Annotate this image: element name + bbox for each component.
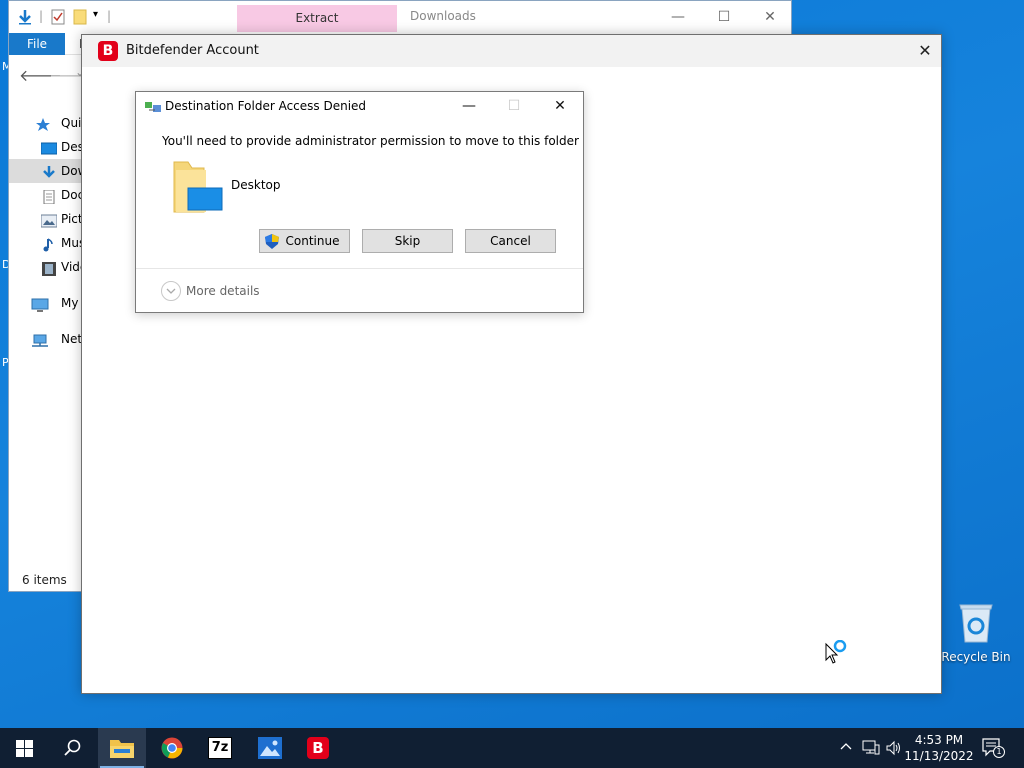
download-arrow-icon[interactable] <box>17 9 33 28</box>
nav-item-label: Mus <box>61 236 83 250</box>
access-denied-dialog[interactable]: Destination Folder Access Denied — ☐ ✕ Y… <box>135 91 584 313</box>
search-icon <box>64 739 81 756</box>
download-icon <box>41 164 57 178</box>
computer-icon <box>31 296 49 312</box>
taskbar-photos[interactable] <box>246 728 294 768</box>
recycle-bin-label: Recycle Bin <box>941 650 1011 664</box>
navigation-pane: Quick Des Dow Doc Pict Mus Vide My <box>9 111 83 351</box>
continue-button[interactable]: Continue <box>259 229 350 253</box>
clock-date: 11/13/2022 <box>904 749 974 763</box>
close-icon[interactable]: ✕ <box>909 35 941 67</box>
nav-item-label: My C <box>61 296 83 310</box>
uac-shield-icon <box>265 234 279 249</box>
bitdefender-window-title: Bitdefender Account <box>126 43 259 58</box>
nav-item-pictures[interactable]: Pict <box>9 207 83 231</box>
recycle-bin-icon <box>956 600 996 644</box>
nav-item-documents[interactable]: Doc <box>9 183 83 207</box>
bitdefender-logo-icon: B <box>98 41 118 61</box>
bitdefender-icon: B <box>307 737 329 759</box>
maximize-icon: ☐ <box>507 98 521 114</box>
taskbar: 7z B 4:53 PM 11/13/2022 1 <box>0 728 1024 768</box>
taskbar-clock[interactable]: 4:53 PM 11/13/2022 <box>904 732 974 764</box>
properties-icon[interactable] <box>51 9 65 28</box>
taskbar-bitdefender[interactable]: B <box>294 728 342 768</box>
toolbar-divider: | <box>107 9 112 23</box>
network-icon <box>31 332 48 347</box>
recycle-bin-shortcut[interactable]: Recycle Bin <box>940 600 1012 664</box>
nav-item-label: Pict <box>61 212 83 226</box>
notification-count-badge: 1 <box>993 746 1005 758</box>
nav-item-desktop[interactable]: Des <box>9 135 83 159</box>
tab-file[interactable]: File <box>9 33 65 55</box>
dialog-divider <box>136 268 583 269</box>
move-folder-icon <box>145 101 161 113</box>
windows-logo-icon <box>16 740 33 757</box>
nav-item-videos[interactable]: Vide <box>9 255 83 279</box>
nav-item-this-pc[interactable]: My C <box>9 291 83 315</box>
dialog-message: You'll need to provide administrator per… <box>162 134 579 148</box>
nav-item-label: Des <box>61 140 83 154</box>
new-folder-icon[interactable] <box>73 9 87 28</box>
clock-time: 4:53 PM <box>914 733 964 747</box>
nav-item-music[interactable]: Mus <box>9 231 83 255</box>
nav-item-label: Doc <box>61 188 83 202</box>
maximize-icon[interactable]: ☐ <box>701 3 747 31</box>
destination-folder-name: Desktop <box>231 178 281 192</box>
7zip-icon: 7z <box>208 737 232 759</box>
document-icon <box>41 188 57 205</box>
nav-item-quick-access[interactable]: Quick <box>9 111 83 135</box>
chevron-down-icon <box>161 281 181 301</box>
photos-icon <box>258 737 282 759</box>
customize-toolbar-icon[interactable]: ▾ <box>93 9 98 20</box>
dialog-titlebar[interactable]: Destination Folder Access Denied — ☐ ✕ <box>136 92 583 122</box>
volume-icon[interactable] <box>886 740 902 760</box>
star-icon <box>35 116 51 131</box>
dialog-title: Destination Folder Access Denied <box>165 99 367 113</box>
toolbar-divider: | <box>39 9 44 23</box>
network-icon[interactable] <box>862 740 880 760</box>
nav-item-label: Vide <box>61 260 83 274</box>
continue-button-label: Continue <box>285 234 340 248</box>
skip-button[interactable]: Skip <box>362 229 453 253</box>
minimize-icon[interactable]: — <box>447 92 491 120</box>
folder-icon <box>110 740 134 758</box>
desktop-icon <box>40 140 58 155</box>
taskbar-7zip[interactable]: 7z <box>196 728 244 768</box>
start-button[interactable] <box>0 728 48 768</box>
music-icon <box>41 236 57 252</box>
busy-cursor-icon <box>825 639 851 669</box>
nav-item-downloads[interactable]: Dow <box>9 159 83 183</box>
nav-item-label: Netw <box>61 332 83 346</box>
more-details-label: More details <box>186 284 260 298</box>
contextual-tab-extract[interactable]: Extract <box>237 5 397 32</box>
cancel-button[interactable]: Cancel <box>465 229 556 253</box>
taskbar-chrome[interactable] <box>148 728 196 768</box>
folder-icon <box>172 158 224 214</box>
taskbar-file-explorer[interactable] <box>98 728 146 768</box>
status-bar-item-count: 6 items <box>22 573 67 587</box>
bitdefender-titlebar[interactable]: B Bitdefender Account ✕ <box>82 35 941 67</box>
action-center-icon[interactable]: 1 <box>982 738 1005 758</box>
pictures-icon <box>40 212 58 228</box>
chrome-icon <box>161 737 183 759</box>
minimize-icon[interactable]: — <box>655 3 701 31</box>
nav-item-network[interactable]: Netw <box>9 327 83 351</box>
close-icon[interactable]: ✕ <box>747 3 793 31</box>
chevron-up-icon[interactable] <box>840 740 852 755</box>
nav-item-label: Quick <box>61 116 83 130</box>
search-button[interactable] <box>48 728 96 768</box>
close-icon[interactable]: ✕ <box>538 92 582 120</box>
nav-item-label: Dow <box>61 164 83 178</box>
explorer-window-title: Downloads <box>410 9 476 23</box>
quick-access-toolbar: | ▾ | Extract Downloads — ☐ ✕ <box>9 1 791 33</box>
video-icon <box>41 260 57 276</box>
